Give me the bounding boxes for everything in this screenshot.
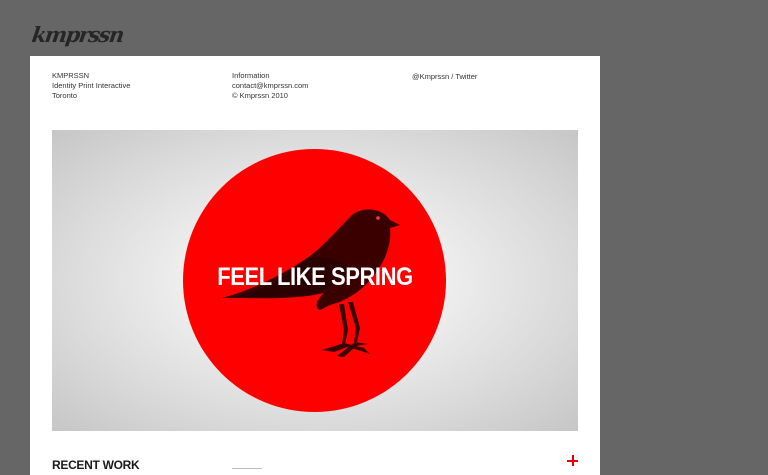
copyright-text: © Kmprssn 2010 [232,91,288,100]
hero-banner[interactable]: FEEL LIKE SPRING [52,130,578,431]
plus-icon[interactable] [566,454,580,468]
hero-headline: FEEL LIKE SPRING [217,263,413,291]
site-logo[interactable]: kmprssn [30,22,124,47]
studio-services: Identity Print Interactive [52,81,131,90]
section-divider [232,468,262,469]
info-column-contact: Information contact@kmprssn.com © Kmprss… [232,71,308,101]
info-column-studio: KMPRSSN Identity Print Interactive Toron… [52,71,130,101]
twitter-link[interactable]: @Kmprssn / Twitter [412,72,477,82]
studio-city: Toronto [52,91,78,100]
information-link[interactable]: Information [232,71,308,81]
email-link[interactable]: contact@kmprssn.com [232,81,308,91]
studio-name: KMPRSSN [52,71,90,80]
content-card: KMPRSSN Identity Print Interactive Toron… [30,56,600,475]
recent-work-heading: RECENT WORK [52,458,140,472]
info-column-social: @Kmprssn / Twitter [412,72,477,82]
